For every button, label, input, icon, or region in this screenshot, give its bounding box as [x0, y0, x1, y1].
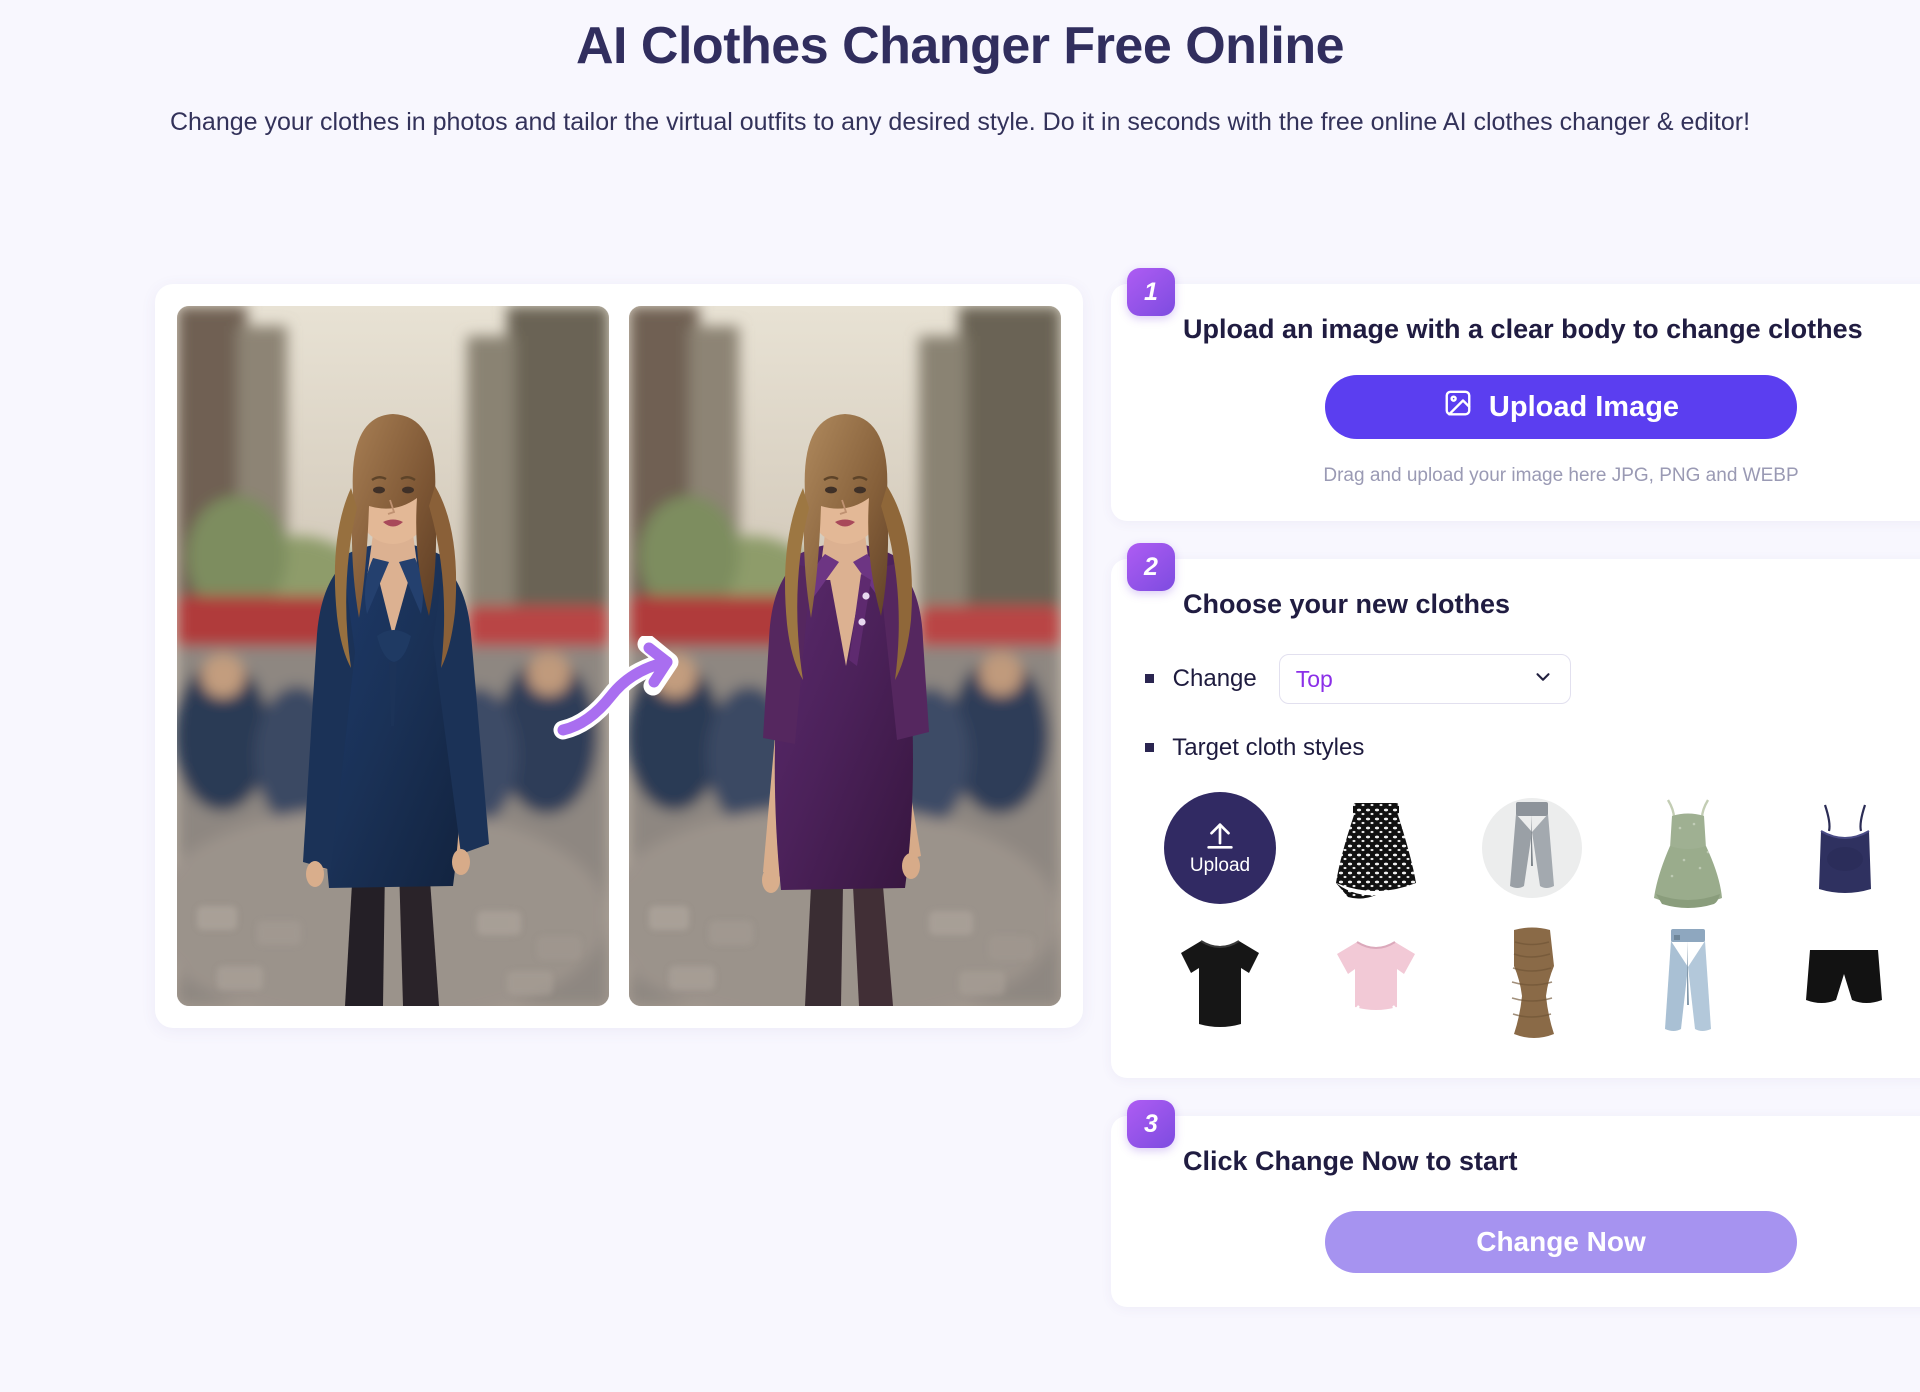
page-subtitle: Change your clothes in photos and tailor… [169, 108, 1751, 136]
step-2-card: Choose your new clothes Change Top Targe… [1111, 559, 1920, 1078]
cloth-style-grid: Upload [1145, 784, 1920, 1044]
before-after-row [177, 306, 1061, 1006]
after-photo [629, 306, 1061, 1006]
change-label-wrap: Change [1145, 665, 1257, 693]
change-label: Change [1172, 665, 1257, 692]
step-1-badge: 1 [1127, 268, 1175, 316]
step-1-card: Upload an image with a clear body to cha… [1111, 284, 1920, 521]
cloth-style-light-blue-jeans[interactable] [1613, 916, 1763, 1044]
step-2-badge: 2 [1127, 543, 1175, 591]
step-2-block: 2 Choose your new clothes Change Top Tar… [1111, 543, 1920, 1078]
cloth-style-upload-tile[interactable]: Upload [1145, 784, 1295, 912]
before-photo [177, 306, 609, 1006]
cloth-style-black-shorts[interactable] [1769, 916, 1919, 1044]
step-3-block: 3 Click Change Now to start Change Now [1111, 1100, 1920, 1307]
cloth-style-grey-wide-leg-jeans[interactable] [1457, 784, 1607, 912]
cloth-style-sage-green-tiered-dress[interactable] [1613, 784, 1763, 912]
target-styles-label-wrap: Target cloth styles [1145, 734, 1920, 762]
step-1-title: Upload an image with a clear body to cha… [1183, 314, 1863, 344]
page-root: AI Clothes Changer Free Online Change yo… [0, 0, 1920, 1392]
step-3-card: Click Change Now to start Change Now [1111, 1116, 1920, 1307]
change-type-select[interactable]: Top [1278, 654, 1571, 704]
upload-image-label: Upload Image [1488, 390, 1680, 423]
upload-circle-label: Upload [1189, 855, 1251, 876]
step-3-badge: 3 [1127, 1100, 1175, 1148]
upload-image-button[interactable]: Upload Image [1325, 375, 1797, 439]
change-type-row: Change Top [1145, 654, 1920, 704]
preview-card [155, 284, 1083, 1028]
step-3-title: Click Change Now to start [1183, 1146, 1518, 1176]
main-content: 1 Upload an image with a clear body to c… [0, 268, 1920, 1345]
cloth-style-brown-ruched-mini-dress[interactable] [1457, 916, 1607, 1044]
cloth-style-black-t-shirt[interactable] [1145, 916, 1295, 1044]
cloth-style-black-white-floral-skirt[interactable] [1301, 784, 1451, 912]
target-styles-label: Target cloth styles [1172, 734, 1365, 761]
cloth-style-pink-crop-top[interactable] [1301, 916, 1451, 1044]
bullet-icon [1145, 674, 1154, 683]
steps-column: 1 Upload an image with a clear body to c… [1111, 268, 1920, 1345]
page-title: AI Clothes Changer Free Online [575, 17, 1345, 75]
change-type-value: Top [1295, 665, 1333, 692]
upload-dropzone[interactable]: Upload Image Drag and upload your image … [1145, 345, 1920, 487]
change-now-button[interactable]: Change Now [1325, 1211, 1797, 1273]
image-icon [1443, 388, 1473, 426]
step-1-block: 1 Upload an image with a clear body to c… [1111, 268, 1920, 521]
upload-circle-button[interactable]: Upload [1164, 792, 1276, 904]
chevron-down-icon [1532, 666, 1554, 693]
upload-hint-text: Drag and upload your image here JPG, PNG… [1323, 465, 1799, 486]
cloth-style-navy-camisole-top[interactable] [1769, 784, 1919, 912]
change-now-area: Change Now [1145, 1177, 1920, 1273]
step-2-title: Choose your new clothes [1183, 589, 1511, 619]
bullet-icon [1145, 743, 1154, 752]
upload-arrow-icon [1203, 819, 1237, 853]
